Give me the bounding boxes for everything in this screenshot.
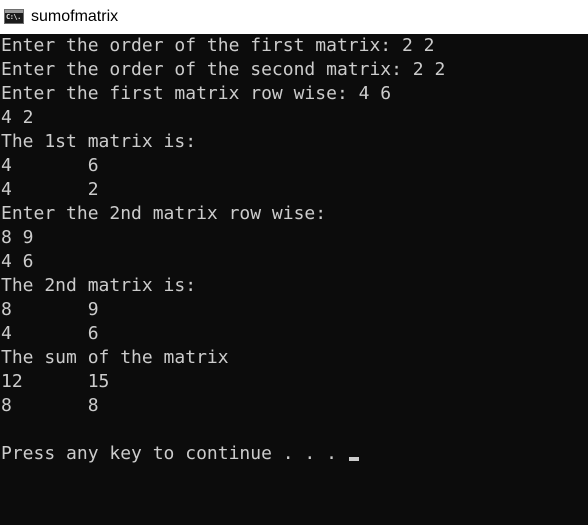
console-line: 4 6 xyxy=(1,323,99,344)
icon-prompt-text: C:\. xyxy=(6,13,21,21)
console-window: C:\. sumofmatrix Enter the order of the … xyxy=(0,0,588,525)
console-line: Enter the order of the second matrix: 2 … xyxy=(1,59,446,80)
console-line: Enter the 2nd matrix row wise: xyxy=(1,203,327,224)
text-cursor xyxy=(348,457,359,461)
console-line: The 1st matrix is: xyxy=(1,131,197,152)
console-line: Enter the first matrix row wise: 4 6 xyxy=(1,83,392,104)
console-line: 4 2 xyxy=(1,107,34,128)
press-any-key-text: Press any key to continue . . . xyxy=(1,443,348,464)
console-line: 4 6 xyxy=(1,155,99,176)
console-line: 8 8 xyxy=(1,395,99,416)
title-bar[interactable]: C:\. sumofmatrix xyxy=(0,0,588,34)
console-line: 8 9 xyxy=(1,227,34,248)
console-app-icon: C:\. xyxy=(4,9,24,24)
console-line: The 2nd matrix is: xyxy=(1,275,197,296)
console-line: 4 6 xyxy=(1,251,34,272)
console-output[interactable]: Enter the order of the first matrix: 2 2… xyxy=(0,34,588,525)
window-title: sumofmatrix xyxy=(31,8,119,25)
console-prompt-line: Press any key to continue . . . xyxy=(1,442,359,466)
console-line: 8 9 xyxy=(1,299,99,320)
console-line: 12 15 xyxy=(1,371,110,392)
console-line: The sum of the matrix xyxy=(1,347,229,368)
console-line: 4 2 xyxy=(1,179,99,200)
console-line: Enter the order of the first matrix: 2 2 xyxy=(1,35,435,56)
